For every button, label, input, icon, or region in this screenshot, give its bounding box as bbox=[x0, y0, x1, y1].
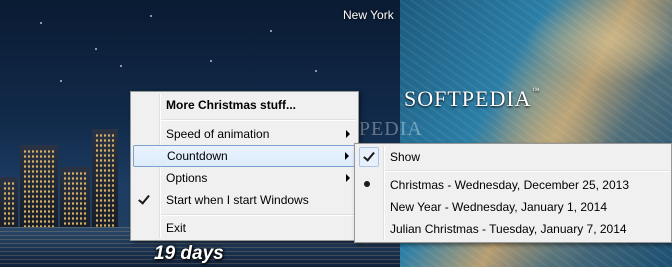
checkmark-icon bbox=[359, 147, 379, 167]
city-label: New York bbox=[343, 8, 394, 22]
submenu-arrow-icon bbox=[346, 130, 350, 138]
submenu-arrow-icon bbox=[346, 174, 350, 182]
menu-item-countdown[interactable]: Countdown bbox=[133, 145, 356, 167]
menu-separator bbox=[161, 119, 356, 121]
menu-separator bbox=[161, 214, 356, 216]
submenu-item-julian-christmas[interactable]: Julian Christmas - Tuesday, January 7, 2… bbox=[357, 218, 669, 240]
menu-item-options[interactable]: Options bbox=[133, 167, 356, 189]
menu-item-speed-of-animation[interactable]: Speed of animation bbox=[133, 123, 356, 145]
days-countdown: 19 days bbox=[154, 243, 224, 264]
watermark-trademark: ™ bbox=[531, 86, 541, 95]
menu-item-start-with-windows[interactable]: Start when I start Windows bbox=[133, 189, 356, 211]
menu-item-label: More Christmas stuff... bbox=[166, 98, 297, 112]
countdown-submenu: Show Christmas - Wednesday, December 25,… bbox=[354, 143, 672, 243]
checkmark-icon bbox=[135, 190, 155, 210]
submenu-item-show[interactable]: Show bbox=[357, 146, 669, 168]
menu-item-label: Speed of animation bbox=[166, 127, 270, 141]
submenu-item-label: Show bbox=[390, 150, 421, 164]
watermark-text: SOFTPEDIA bbox=[404, 86, 532, 111]
submenu-item-label: Christmas - Wednesday, December 25, 2013 bbox=[390, 178, 629, 192]
submenu-item-christmas[interactable]: Christmas - Wednesday, December 25, 2013 bbox=[357, 174, 669, 196]
menu-item-label: Options bbox=[166, 171, 208, 185]
submenu-item-new-year[interactable]: New Year - Wednesday, January 1, 2014 bbox=[357, 196, 669, 218]
menu-item-exit[interactable]: Exit bbox=[133, 217, 356, 239]
menu-separator bbox=[385, 170, 669, 172]
menu-item-label: Exit bbox=[166, 221, 187, 235]
submenu-arrow-icon bbox=[345, 152, 349, 160]
softpedia-watermark: SOFTPEDIA™ bbox=[404, 86, 540, 112]
submenu-item-label: Julian Christmas - Tuesday, January 7, 2… bbox=[390, 222, 627, 236]
radio-bullet-icon bbox=[364, 181, 370, 187]
menu-item-label: Start when I start Windows bbox=[166, 193, 309, 207]
context-menu: More Christmas stuff... Speed of animati… bbox=[130, 91, 359, 241]
menu-item-label: Countdown bbox=[167, 149, 228, 163]
menu-item-more-christmas-stuff[interactable]: More Christmas stuff... bbox=[133, 94, 356, 116]
submenu-item-label: New Year - Wednesday, January 1, 2014 bbox=[390, 200, 608, 214]
